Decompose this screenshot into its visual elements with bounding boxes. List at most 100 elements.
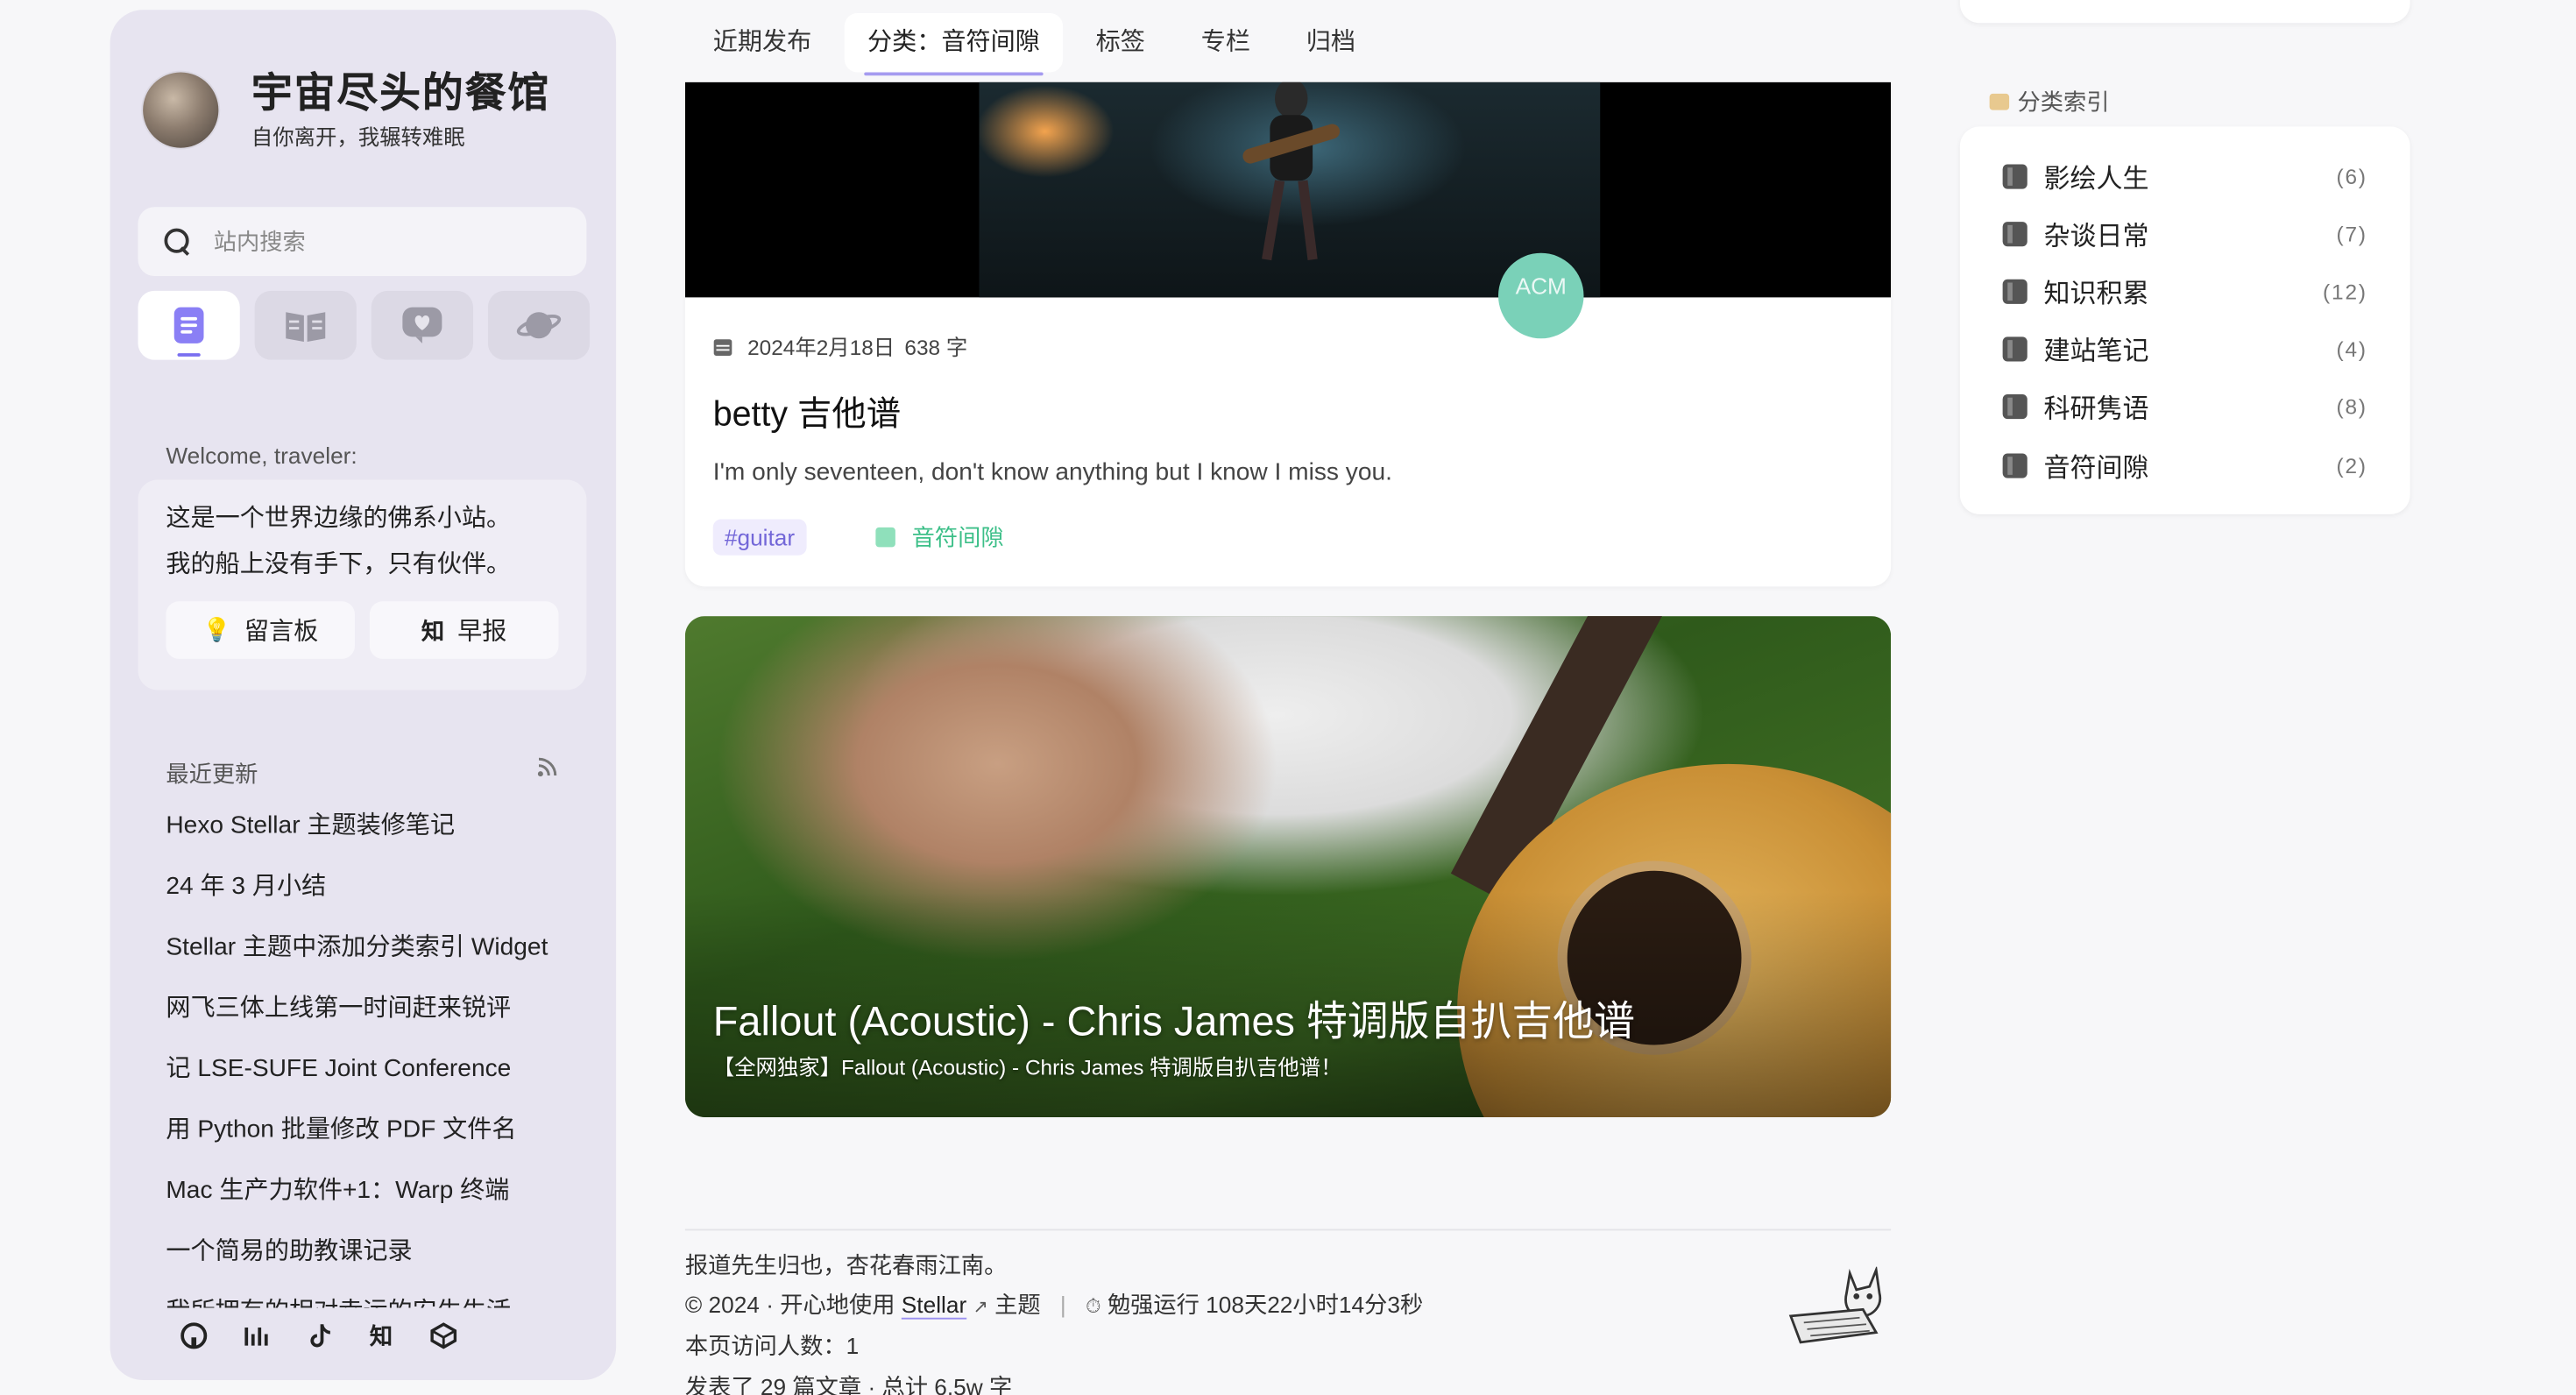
welcome-line: 这是一个世界边缘的佛系小站。 [166,504,512,533]
notebook-icon [2002,452,2028,478]
codepen-icon[interactable] [428,1321,458,1351]
footer-credits: © 2024 · 开心地使用 Stellar ↗ 主题 | ⏱ 勉强运行 108… [685,1288,1423,1321]
recent-item[interactable]: 网飞三体上线第一时间赶来锐评 [166,989,593,1050]
post-category[interactable]: 音符间隙 [875,520,1004,556]
heart-chat-icon [402,307,442,343]
footer-stats: 发表了 29 篇文章 · 总计 6.5w 字 [684,1373,1013,1395]
tab-archive[interactable]: 归档 [1283,13,1378,73]
github-icon[interactable] [179,1321,209,1351]
notebook-icon [2002,221,2028,246]
posts-icon [173,307,204,343]
footer-runtime: 勉强运行 108天22小时14分3秒 [1107,1291,1424,1318]
featured-post-title[interactable]: Fallout (Acoustic) - Chris James 特调版自扒吉他… [713,989,1635,1049]
post-title[interactable]: betty 吉他谱 [713,388,901,437]
recent-item[interactable]: 用 Python 批量修改 PDF 文件名 [166,1111,593,1172]
welcome-card: 这是一个世界边缘的佛系小站。 我的船上没有手下，只有伙伴。 💡 留言板 知 早报 [138,479,587,690]
guitarist-figure [1242,81,1341,261]
category-count: (8) [2336,393,2367,419]
site-title[interactable]: 宇宙尽头的餐馆 [251,69,550,118]
rss-icon[interactable] [535,756,558,779]
category-item[interactable]: 影绘人生 (6) [2002,156,2367,195]
search-icon [164,228,191,255]
tab-tags[interactable]: 标签 [1072,13,1168,73]
footer-divider [684,1229,1892,1231]
bilibili-icon[interactable] [242,1321,272,1351]
category-count: (4) [2336,336,2367,361]
stellar-link[interactable]: Stellar [902,1292,966,1318]
zhihu-icon: 知 [421,617,445,644]
notebook-icon [2002,278,2028,303]
notebook-icon [2002,393,2028,419]
recent-item[interactable]: 一个简易的助教课记录 [166,1232,593,1292]
recent-item[interactable]: 记 LSE-SUFE Joint Conference [166,1050,593,1110]
tab-recent[interactable]: 近期发布 [690,13,835,73]
tiktok-icon[interactable] [304,1321,334,1351]
recent-item[interactable]: 24 年 3 月小结 [166,867,593,928]
explore-nav-button[interactable] [487,290,591,360]
category-item[interactable]: 知识积累 (12) [2002,271,2367,310]
post-card[interactable]: ACM 2024年2月18日 638 字 betty 吉他谱 I'm only … [684,81,1892,587]
recent-item[interactable]: Hexo Stellar 主题装修笔记 [166,807,593,867]
daily-news-label: 早报 [457,618,507,646]
folder-icon [1989,93,2010,110]
calendar-icon [713,338,732,355]
notebook-icon [2002,336,2028,361]
recent-item[interactable]: Stellar 主题中添加分类索引 Widget [166,928,593,988]
tab-columns[interactable]: 专栏 [1178,13,1273,73]
lightbulb-icon: 💡 [202,616,231,643]
search-input[interactable]: 站内搜索 [138,207,587,276]
cover-badge: ACM [1498,252,1584,339]
category-icon [875,527,895,548]
welcome-label: Welcome, traveler: [166,442,357,469]
zhihu-icon[interactable]: 知 [366,1321,396,1351]
wiki-nav-button[interactable] [254,290,357,360]
category-index-label: 分类索引 [1989,86,2110,119]
welcome-line: 我的船上没有手下，只有伙伴。 [166,550,512,578]
category-count: (7) [2336,221,2367,246]
wiki-icon [286,312,326,342]
search-placeholder: 站内搜索 [213,228,306,255]
category-name: 知识积累 [2043,280,2149,309]
daily-news-button[interactable]: 知 早报 [369,601,559,659]
posts-nav-button[interactable] [138,290,240,360]
category-item[interactable]: 建站笔记 (4) [2002,329,2367,368]
social-links: 知 [179,1321,458,1351]
category-item[interactable]: 科研隽语 (8) [2002,386,2367,426]
category-count: (6) [2336,163,2367,188]
footer-separator: | [1059,1291,1066,1318]
category-item[interactable]: 杂谈日常 (7) [2002,214,2367,253]
category-item[interactable]: 音符间隙 (2) [2002,445,2367,485]
site-subtitle: 自你离开，我辗转难眠 [251,124,465,150]
post-excerpt: I'm only seventeen, don't know anything … [712,458,1392,486]
tab-category[interactable]: 分类：音符间隙 [844,13,1064,76]
cat-keyboard-mascot [1788,1266,1882,1344]
post-meta: 2024年2月18日 638 字 [713,330,968,362]
recent-item[interactable]: Mac 生产力软件+1：Warp 终端 [166,1172,593,1232]
post-date: 2024年2月18日 [747,335,895,360]
category-name: 建站笔记 [2043,338,2149,367]
avatar[interactable] [143,72,219,148]
timer-icon: ⏱ [1085,1294,1101,1318]
top-nav: 近期发布 分类：音符间隙 标签 专栏 归档 [690,13,1389,76]
category-index-card: 影绘人生 (6) 杂谈日常 (7) 知识积累 (12) 建站笔记 (4) 科研隽… [1959,126,2410,514]
post-card-featured[interactable]: Fallout (Acoustic) - Chris James 特调版自扒吉他… [684,616,1892,1117]
post-category-label: 音符间隙 [911,524,1004,551]
category-index-title: 分类索引 [2017,89,2110,116]
external-link-icon: ↗ [973,1298,988,1318]
notebook-icon [2002,163,2028,188]
friends-nav-button[interactable] [371,290,473,360]
recent-updates-list: Hexo Stellar 主题装修笔记 24 年 3 月小结 Stellar 主… [166,807,593,1307]
category-name: 杂谈日常 [2043,223,2149,251]
site-header[interactable]: 宇宙尽头的餐馆 自你离开，我辗转难眠 [143,69,550,152]
guestbook-button[interactable]: 💡 留言板 [166,601,355,659]
post-tag[interactable]: #guitar [712,519,807,556]
category-name: 影绘人生 [2043,166,2149,195]
planet-icon [516,312,562,339]
post-cover-image: ACM [684,81,1892,339]
footer-credits-suffix: 主题 [994,1291,1041,1318]
category-name: 科研隽语 [2043,395,2149,424]
recent-item[interactable]: 我所拥有的相对幸运的安生生活 [166,1293,593,1307]
category-count: (12) [2323,278,2367,303]
left-sidebar: 宇宙尽头的餐馆 自你离开，我辗转难眠 站内搜索 Welcome, travele… [110,10,617,1380]
post-word-count: 638 字 [904,335,968,360]
